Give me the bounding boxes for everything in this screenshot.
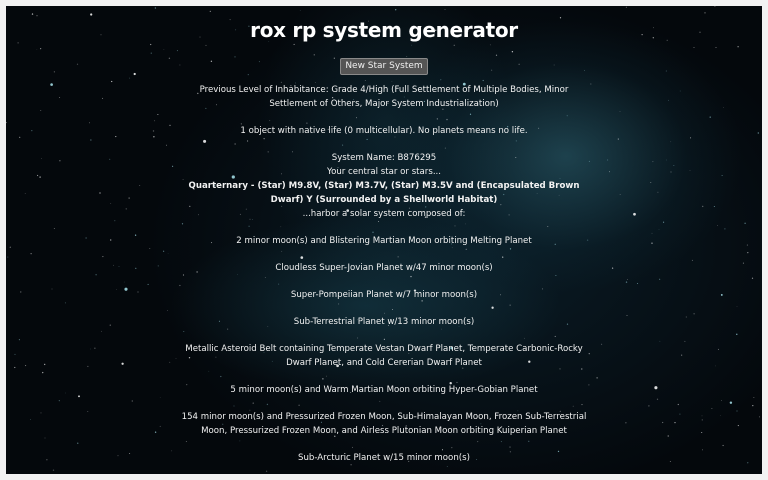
- central-stars-text: Quarternary - (Star) M9.8V, (Star) M3.7V…: [188, 181, 580, 205]
- new-star-system-button[interactable]: New Star System: [340, 58, 428, 75]
- body-item: 5 minor moon(s) and Warm Martian Moon or…: [230, 385, 538, 395]
- system-intro-text: ...harbor a solar system composed of:: [302, 209, 466, 219]
- body-item: Super-Pompeiian Planet w/7 minor moon(s): [290, 290, 478, 300]
- body-item: 2 minor moon(s) and Blistering Martian M…: [236, 236, 532, 246]
- native-life-text: 1 object with native life (0 multicellul…: [240, 126, 528, 136]
- habitation-text: Previous Level of Inhabitance: Grade 4/H…: [199, 85, 569, 109]
- generator-content: rox rp system generator New Star System …: [6, 6, 762, 465]
- body-item: Metallic Asteroid Belt containing Temper…: [185, 344, 583, 368]
- system-name: System Name: B876295: [331, 153, 437, 163]
- body-item: Cloudless Super-Jovian Planet w/47 minor…: [275, 263, 493, 273]
- body-item: Sub-Arcturic Planet w/15 minor moon(s): [298, 453, 470, 463]
- body-list: 2 minor moon(s) and Blistering Martian M…: [6, 221, 762, 465]
- body-item: Sub-Terrestrial Planet w/13 minor moon(s…: [293, 317, 475, 327]
- star-intro-text: Your central star or stars...: [326, 167, 442, 177]
- generator-page: rox rp system generator New Star System …: [6, 6, 762, 474]
- body-item: 154 minor moon(s) and Pressurized Frozen…: [181, 412, 587, 436]
- page-title: rox rp system generator: [250, 18, 518, 42]
